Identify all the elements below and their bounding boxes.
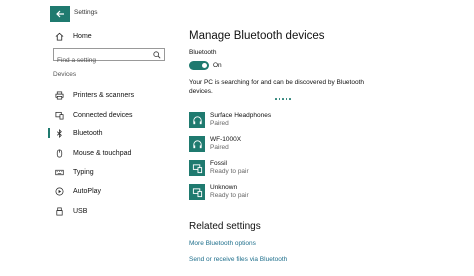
sidebar-item-usb[interactable]: USB <box>54 205 87 217</box>
device-status: Paired <box>210 120 229 127</box>
bluetooth-label: Bluetooth <box>189 49 217 56</box>
device-name: Unknown <box>210 184 238 191</box>
related-settings-heading: Related settings <box>189 221 261 232</box>
sidebar-item-printers[interactable]: Printers & scanners <box>54 89 134 101</box>
sidebar-item-label: Connected devices <box>73 111 133 119</box>
sidebar: Home Devices Printers & scanners Connect… <box>48 28 170 276</box>
usb-icon <box>54 206 64 216</box>
sidebar-item-bluetooth[interactable]: Bluetooth <box>48 127 103 139</box>
bluetooth-icon <box>54 128 64 138</box>
connected-devices-icon <box>54 110 64 120</box>
device-status: Paired <box>210 144 229 151</box>
sidebar-item-label: AutoPlay <box>73 187 102 195</box>
section-label-devices: Devices <box>53 71 77 78</box>
keyboard-icon <box>54 167 64 177</box>
headphones-icon <box>189 112 205 128</box>
printer-icon <box>54 90 64 100</box>
bluetooth-toggle[interactable] <box>189 61 209 70</box>
device-name: WF-1000X <box>210 136 242 143</box>
device-name: Surface Headphones <box>210 112 272 119</box>
mouse-icon <box>54 148 64 158</box>
search-icon[interactable] <box>153 51 161 59</box>
sidebar-item-label: Bluetooth <box>73 129 103 137</box>
sidebar-item-typing[interactable]: Typing <box>54 166 94 178</box>
device-name: Fossil <box>210 160 227 167</box>
device-item-fossil[interactable]: Fossil Ready to pair <box>189 160 389 180</box>
headphones-icon <box>189 136 205 152</box>
device-item-unknown[interactable]: Unknown Ready to pair <box>189 184 389 204</box>
home-icon <box>54 31 64 41</box>
device-item-wf-1000x[interactable]: WF-1000X Paired <box>189 136 389 156</box>
sidebar-item-label: USB <box>73 207 88 215</box>
sidebar-item-mouse[interactable]: Mouse & touchpad <box>54 147 131 159</box>
sidebar-item-connected-devices[interactable]: Connected devices <box>54 109 133 121</box>
discoverable-status-text: Your PC is searching for and can be disc… <box>189 79 365 95</box>
selection-marker <box>48 128 50 138</box>
sidebar-item-label: Typing <box>73 168 94 176</box>
device-icon <box>189 160 205 176</box>
toggle-state-label: On <box>213 62 222 69</box>
page-title: Manage Bluetooth devices <box>189 30 325 42</box>
sidebar-item-home[interactable]: Home <box>54 30 92 42</box>
device-item-surface-headphones[interactable]: Surface Headphones Paired <box>189 112 389 132</box>
device-status: Ready to pair <box>210 168 249 175</box>
back-button[interactable] <box>50 6 70 22</box>
searching-progress-dots <box>275 98 291 100</box>
sidebar-item-autoplay[interactable]: AutoPlay <box>54 185 101 197</box>
sidebar-item-label: Mouse & touchpad <box>73 149 132 157</box>
send-receive-files-link[interactable]: Send or receive files via Bluetooth <box>189 256 287 263</box>
more-bluetooth-options-link[interactable]: More Bluetooth options <box>189 240 256 247</box>
app-title: Settings <box>74 9 98 16</box>
device-icon <box>189 184 205 200</box>
toggle-knob <box>202 63 207 68</box>
autoplay-icon <box>54 186 64 196</box>
search-box[interactable] <box>53 48 165 66</box>
search-input[interactable] <box>54 55 150 66</box>
back-arrow-icon <box>56 10 64 18</box>
sidebar-item-label: Home <box>73 32 92 40</box>
sidebar-item-label: Printers & scanners <box>73 91 135 99</box>
title-bar: Settings <box>0 0 474 28</box>
device-status: Ready to pair <box>210 192 249 199</box>
main-content: Manage Bluetooth devices Bluetooth On Yo… <box>189 28 474 276</box>
